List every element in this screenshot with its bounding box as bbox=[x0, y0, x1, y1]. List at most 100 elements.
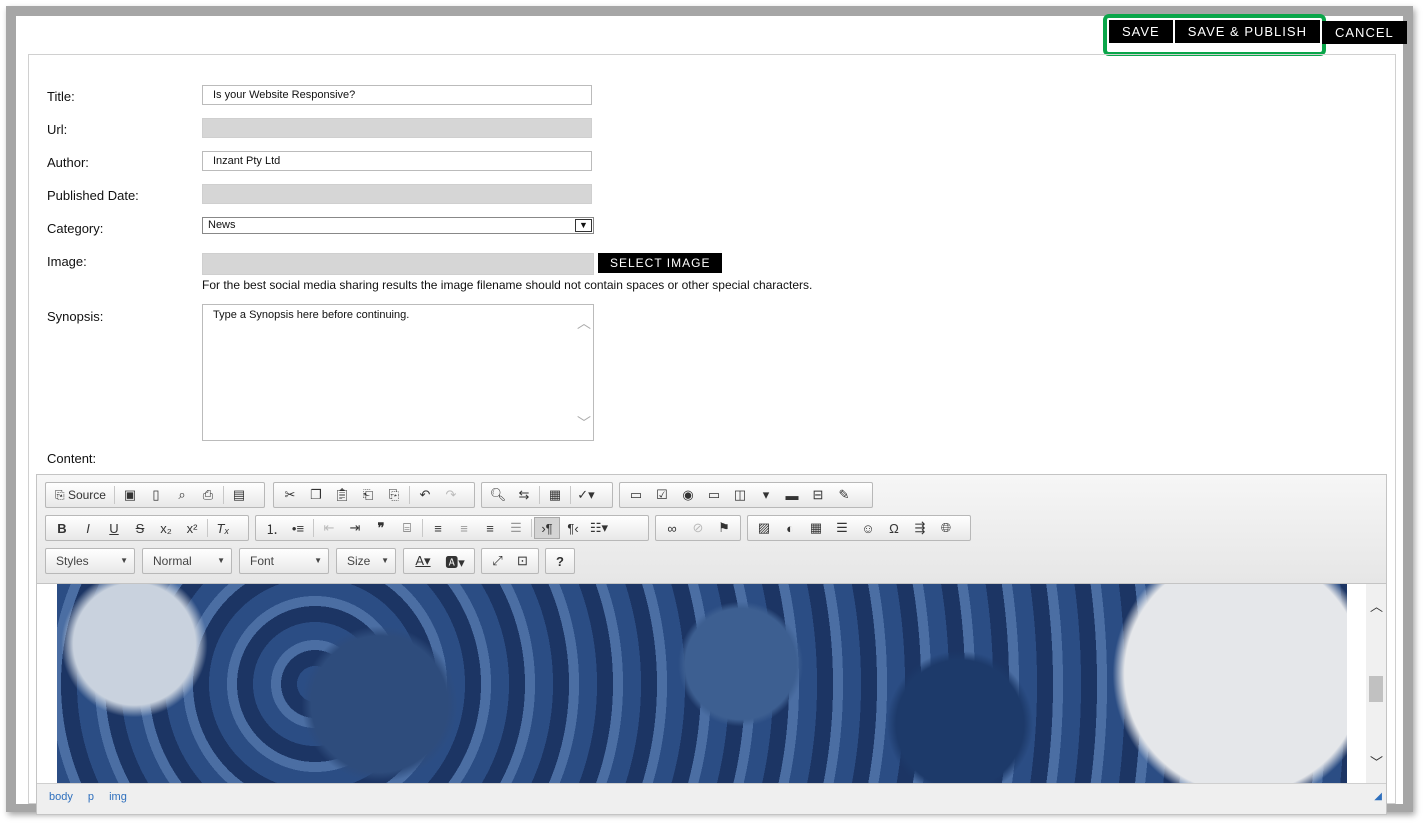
blockquote-icon[interactable]: ❞ bbox=[368, 517, 394, 539]
strike-icon[interactable]: S bbox=[127, 517, 153, 539]
find-icon[interactable]: 🔍︎ bbox=[485, 484, 511, 506]
size-combo-label: Size bbox=[347, 554, 371, 568]
select-image-button[interactable]: SELECT IMAGE bbox=[598, 253, 723, 273]
form-icon[interactable]: ▭ bbox=[623, 484, 649, 506]
scroll-down-icon[interactable]: ﹀ bbox=[1370, 752, 1383, 771]
subscript-icon[interactable]: x₂ bbox=[153, 517, 179, 539]
hidden-field-icon[interactable]: ✎ bbox=[831, 484, 857, 506]
help-button[interactable]: ? bbox=[549, 550, 571, 572]
remove-format-icon[interactable]: Tₓ bbox=[210, 517, 236, 539]
bold-icon[interactable]: B bbox=[49, 517, 75, 539]
cancel-button[interactable]: CANCEL bbox=[1322, 21, 1407, 44]
align-center-icon[interactable]: ≡ bbox=[451, 517, 477, 539]
templates-icon[interactable]: ▤ bbox=[226, 484, 252, 506]
synopsis-textarea[interactable]: Type a Synopsis here before continuing. … bbox=[202, 304, 594, 441]
flash-icon[interactable]: ◐ bbox=[777, 517, 803, 539]
rtl-icon[interactable]: ¶‹ bbox=[560, 517, 586, 539]
editor-content[interactable]: ︿ ﹀ bbox=[37, 584, 1386, 783]
anchor-icon[interactable]: ⚑ bbox=[711, 517, 737, 539]
scroll-up-icon[interactable]: ︿ bbox=[1370, 596, 1383, 615]
format-combo[interactable]: Normal ▼ bbox=[142, 548, 232, 574]
spellcheck-icon[interactable]: ✓▾ bbox=[573, 484, 599, 506]
paste-text-icon[interactable]: ⎗ bbox=[355, 484, 381, 506]
horizontal-rule-icon[interactable]: ☰ bbox=[829, 517, 855, 539]
scroll-down-icon[interactable]: ﹀ bbox=[577, 413, 591, 433]
text-color-icon[interactable]: A▾ bbox=[407, 550, 439, 572]
editor-toolbar: ⎘ Source ▣ ▯ ⌕ ⎙ ▤ ✂ ❐ 📋︎ ⎗ ⎘ ↶ ↷ 🔍︎ ⇆ ▦… bbox=[37, 475, 1386, 584]
image-hint: For the best social media sharing result… bbox=[202, 278, 813, 292]
table-icon[interactable]: ▦ bbox=[803, 517, 829, 539]
replace-icon[interactable]: ⇆ bbox=[511, 484, 537, 506]
cut-icon[interactable]: ✂ bbox=[277, 484, 303, 506]
maximize-icon[interactable]: ⤢ bbox=[485, 550, 510, 572]
checkbox-icon[interactable]: ☑ bbox=[649, 484, 675, 506]
source-button[interactable]: ⎘ Source bbox=[49, 484, 112, 506]
superscript-icon[interactable]: x² bbox=[179, 517, 205, 539]
path-img[interactable]: img bbox=[109, 791, 127, 803]
separator bbox=[531, 519, 532, 537]
editor-scrollbar[interactable]: ︿ ﹀ bbox=[1366, 584, 1386, 783]
copy-icon[interactable]: ❐ bbox=[303, 484, 329, 506]
numbered-list-icon[interactable]: ⒈ bbox=[259, 517, 285, 539]
show-blocks-icon[interactable]: ⊡ bbox=[510, 550, 535, 572]
preview-icon[interactable]: ⌕ bbox=[169, 484, 195, 506]
text-field-icon[interactable]: ▭ bbox=[701, 484, 727, 506]
save-icon[interactable]: ▣ bbox=[117, 484, 143, 506]
page-break-icon[interactable]: ⇶ bbox=[907, 517, 933, 539]
author-input[interactable]: Inzant Pty Ltd bbox=[202, 151, 592, 171]
ltr-icon[interactable]: ›¶ bbox=[534, 517, 560, 539]
image-button-icon[interactable]: ⊟ bbox=[805, 484, 831, 506]
paragraph-group: ⒈ •≡ ⇤ ⇥ ❞ ⌸ ≡ ≡ ≡ ☰ ›¶ ¶‹ ☷▾ bbox=[255, 515, 649, 541]
synopsis-scrollbar[interactable]: ︿ ﹀ bbox=[577, 313, 591, 433]
url-input bbox=[202, 118, 592, 138]
italic-icon[interactable]: I bbox=[75, 517, 101, 539]
scroll-up-icon[interactable]: ︿ bbox=[577, 313, 591, 333]
align-right-icon[interactable]: ≡ bbox=[477, 517, 503, 539]
special-char-icon[interactable]: Ω bbox=[881, 517, 907, 539]
save-publish-button[interactable]: SAVE & PUBLISH bbox=[1174, 20, 1320, 43]
image-input bbox=[202, 253, 594, 275]
styles-combo[interactable]: Styles ▼ bbox=[45, 548, 135, 574]
size-combo[interactable]: Size ▼ bbox=[336, 548, 396, 574]
scroll-thumb[interactable] bbox=[1369, 676, 1383, 702]
background-color-icon[interactable]: 🅰︎▾ bbox=[439, 550, 471, 572]
align-left-icon[interactable]: ≡ bbox=[425, 517, 451, 539]
indent-icon[interactable]: ⇥ bbox=[342, 517, 368, 539]
title-input[interactable]: Is your Website Responsive? bbox=[202, 85, 592, 105]
language-icon[interactable]: ☷▾ bbox=[586, 517, 612, 539]
image-icon[interactable]: ▨ bbox=[751, 517, 777, 539]
save-button[interactable]: SAVE bbox=[1109, 20, 1173, 43]
paste-icon[interactable]: 📋︎ bbox=[329, 484, 355, 506]
outdent-icon[interactable]: ⇤ bbox=[316, 517, 342, 539]
font-combo[interactable]: Font ▼ bbox=[239, 548, 329, 574]
select-field-icon[interactable]: ▾ bbox=[753, 484, 779, 506]
chevron-down-icon[interactable]: ▼ bbox=[575, 219, 592, 232]
url-label: Url: bbox=[47, 122, 68, 137]
radio-icon[interactable]: ◉ bbox=[675, 484, 701, 506]
link-icon[interactable]: ∞ bbox=[659, 517, 685, 539]
author-label: Author: bbox=[47, 155, 89, 170]
undo-icon[interactable]: ↶ bbox=[412, 484, 438, 506]
chevron-down-icon: ▼ bbox=[381, 556, 389, 565]
path-body[interactable]: body bbox=[49, 791, 73, 803]
category-select[interactable]: News ▼ bbox=[202, 217, 594, 234]
unlink-icon[interactable]: ⊘ bbox=[685, 517, 711, 539]
div-container-icon[interactable]: ⌸ bbox=[394, 517, 420, 539]
redo-icon[interactable]: ↷ bbox=[438, 484, 464, 506]
justify-icon[interactable]: ☰ bbox=[503, 517, 529, 539]
underline-icon[interactable]: U bbox=[101, 517, 127, 539]
paste-word-icon[interactable]: ⎘ bbox=[381, 484, 407, 506]
new-page-icon[interactable]: ▯ bbox=[143, 484, 169, 506]
textarea-icon[interactable]: ◫ bbox=[727, 484, 753, 506]
iframe-icon[interactable]: 🌐︎ bbox=[933, 517, 959, 539]
help-group: ? bbox=[545, 548, 575, 574]
bulleted-list-icon[interactable]: •≡ bbox=[285, 517, 311, 539]
print-icon[interactable]: ⎙ bbox=[195, 484, 221, 506]
rich-text-editor: ⎘ Source ▣ ▯ ⌕ ⎙ ▤ ✂ ❐ 📋︎ ⎗ ⎘ ↶ ↷ 🔍︎ ⇆ ▦… bbox=[36, 474, 1387, 815]
blueberries-image[interactable] bbox=[57, 584, 1347, 783]
select-all-icon[interactable]: ▦ bbox=[542, 484, 568, 506]
button-field-icon[interactable]: ▬ bbox=[779, 484, 805, 506]
resize-handle-icon[interactable]: ◢ bbox=[1374, 784, 1382, 810]
path-p[interactable]: p bbox=[88, 791, 94, 803]
smiley-icon[interactable]: ☺ bbox=[855, 517, 881, 539]
